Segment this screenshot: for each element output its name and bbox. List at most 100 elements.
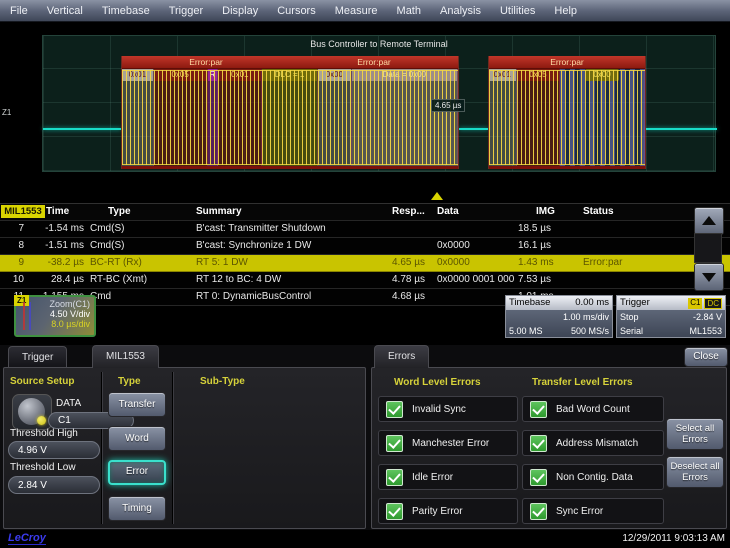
checkbox-label: Idle Error bbox=[412, 472, 453, 483]
mini-trace-red bbox=[23, 302, 25, 330]
cell-resp: 4.78 µs bbox=[392, 272, 436, 288]
mil1553-setup-panel: Source Setup DATA C1 Threshold High 4.96… bbox=[3, 367, 366, 529]
checkbox-label: Invalid Sync bbox=[412, 404, 466, 415]
col-header-data: Data bbox=[437, 204, 515, 220]
checkbox-parity-error[interactable]: Parity Error bbox=[378, 498, 518, 524]
scrollbar-track[interactable] bbox=[694, 233, 722, 263]
menu-item-utilities[interactable]: Utilities bbox=[500, 5, 535, 17]
scroll-down-button[interactable] bbox=[694, 263, 724, 291]
checkbox-non-contig-data[interactable]: Non Contig. Data bbox=[522, 464, 664, 490]
cell-summary: RT 12 to BC: 4 DW bbox=[196, 272, 386, 288]
cell-summary: RT 5: 1 DW bbox=[196, 255, 386, 271]
menu-item-measure[interactable]: Measure bbox=[335, 5, 378, 17]
checkbox-sync-error[interactable]: Sync Error bbox=[522, 498, 664, 524]
trigger-info-box[interactable]: Trigger C1 DC Stop -2.84 V Serial ML1553 bbox=[616, 295, 726, 338]
checkbox-checked-icon[interactable] bbox=[386, 503, 403, 520]
datetime-display: 12/29/2011 9:03:13 AM bbox=[622, 533, 725, 544]
cell-img: 18.5 µs bbox=[518, 221, 580, 237]
subtype-heading: Sub-Type bbox=[200, 376, 245, 387]
source-knob[interactable] bbox=[12, 394, 52, 430]
menu-item-math[interactable]: Math bbox=[397, 5, 421, 17]
col-header-time: Time bbox=[46, 204, 69, 220]
checkbox-manchester-error[interactable]: Manchester Error bbox=[378, 430, 518, 456]
waveform-display[interactable]: Bus Controller to Remote Terminal Error:… bbox=[42, 35, 716, 172]
cell-time: -38.2 µs bbox=[26, 255, 84, 271]
table-row[interactable]: 10 28.4 µs RT-BC (Xmt) RT 12 to BC: 4 DW… bbox=[0, 272, 730, 289]
checkbox-address-mismatch[interactable]: Address Mismatch bbox=[522, 430, 664, 456]
checkbox-checked-icon[interactable] bbox=[530, 469, 547, 486]
checkbox-checked-icon[interactable] bbox=[530, 401, 547, 418]
menu-bar: File Vertical Timebase Trigger Display C… bbox=[0, 0, 730, 22]
cell-time: -1.54 ms bbox=[26, 221, 84, 237]
cell-data: 0x0000 bbox=[437, 255, 515, 271]
table-header: MIL1553 Time Type Summary Resp... Data I… bbox=[0, 203, 730, 221]
checkbox-label: Sync Error bbox=[556, 506, 603, 517]
menu-item-vertical[interactable]: Vertical bbox=[47, 5, 83, 17]
cell-summary: RT 0: DynamicBusControl bbox=[196, 289, 386, 305]
divider bbox=[101, 372, 102, 524]
menu-item-cursors[interactable]: Cursors bbox=[277, 5, 316, 17]
type-word-button[interactable]: Word bbox=[108, 426, 166, 451]
menu-item-trigger[interactable]: Trigger bbox=[169, 5, 203, 17]
type-error-button[interactable]: Error bbox=[108, 460, 166, 485]
timebase-offset: 0.00 ms bbox=[575, 296, 609, 310]
select-all-errors-button[interactable]: Select all Errors bbox=[666, 418, 724, 450]
checkbox-label: Address Mismatch bbox=[556, 438, 638, 449]
threshold-low-field[interactable]: 2.84 V bbox=[8, 476, 100, 494]
trigger-title: Trigger bbox=[620, 296, 650, 310]
trigger-level: -2.84 V bbox=[693, 310, 722, 324]
table-row-selected[interactable]: 9 -38.2 µs BC-RT (Rx) RT 5: 1 DW 4.65 µs… bbox=[0, 255, 730, 272]
close-button[interactable]: Close bbox=[684, 347, 728, 367]
table-row[interactable]: 7 -1.54 ms Cmd(S) B'cast: Transmitter Sh… bbox=[0, 221, 730, 238]
status-bar: LeCroy 12/29/2011 9:03:13 AM bbox=[0, 530, 730, 548]
timebase-title: Timebase bbox=[509, 296, 550, 310]
cell-img: 1.43 ms bbox=[518, 255, 580, 271]
cell-num: 8 bbox=[0, 238, 24, 254]
threshold-high-field[interactable]: 4.96 V bbox=[8, 441, 100, 459]
menu-item-analysis[interactable]: Analysis bbox=[440, 5, 481, 17]
decode-table: MIL1553 Time Type Summary Resp... Data I… bbox=[0, 203, 730, 306]
col-header-img: IMG bbox=[536, 204, 555, 220]
cell-resp: 4.68 µs bbox=[392, 289, 436, 305]
menu-item-display[interactable]: Display bbox=[222, 5, 258, 17]
protocol-tag[interactable]: MIL1553 bbox=[1, 205, 45, 218]
checkbox-checked-icon[interactable] bbox=[386, 435, 403, 452]
cell-status bbox=[583, 272, 691, 288]
deselect-all-errors-button[interactable]: Deselect all Errors bbox=[666, 456, 724, 488]
source-setup-heading: Source Setup bbox=[10, 376, 74, 387]
checkbox-checked-icon[interactable] bbox=[386, 469, 403, 486]
cell-num: 10 bbox=[0, 272, 24, 288]
burst-underline bbox=[122, 166, 458, 169]
checkbox-checked-icon[interactable] bbox=[530, 435, 547, 452]
checkbox-checked-icon[interactable] bbox=[386, 401, 403, 418]
menu-item-file[interactable]: File bbox=[10, 5, 28, 17]
trigger-source-badge: C1 bbox=[688, 298, 702, 309]
cell-type: Cmd(S) bbox=[90, 221, 190, 237]
trigger-position-marker bbox=[431, 192, 443, 200]
cell-resp bbox=[392, 221, 436, 237]
trigger-type-value: ML1553 bbox=[689, 324, 722, 338]
table-row[interactable]: 8 -1.51 ms Cmd(S) B'cast: Synchronize 1 … bbox=[0, 238, 730, 255]
threshold-low-label: Threshold Low bbox=[10, 462, 76, 473]
type-transfer-button[interactable]: Transfer bbox=[108, 392, 166, 417]
error-banner-label: Error:par bbox=[189, 57, 223, 67]
scroll-up-button[interactable] bbox=[694, 207, 724, 235]
timebase-info-box[interactable]: Timebase 0.00 ms 1.00 ms/div 5.00 MS 500… bbox=[505, 295, 613, 338]
type-timing-button[interactable]: Timing bbox=[108, 496, 166, 521]
tab-mil1553[interactable]: MIL1553 bbox=[92, 345, 159, 368]
checkbox-idle-error[interactable]: Idle Error bbox=[378, 464, 518, 490]
tab-errors[interactable]: Errors bbox=[374, 345, 429, 368]
checkbox-bad-word-count[interactable]: Bad Word Count bbox=[522, 396, 664, 422]
cell-time: -1.51 ms bbox=[26, 238, 84, 254]
checkbox-invalid-sync[interactable]: Invalid Sync bbox=[378, 396, 518, 422]
menu-item-help[interactable]: Help bbox=[554, 5, 577, 17]
z1-trace-descriptor[interactable]: Z1 Zoom(C1) 4.50 V/div 8.0 µs/div bbox=[14, 295, 96, 337]
cell-status: Error:par bbox=[583, 255, 691, 271]
menu-item-timebase[interactable]: Timebase bbox=[102, 5, 150, 17]
tab-trigger[interactable]: Trigger bbox=[8, 346, 67, 369]
threshold-high-label: Threshold High bbox=[10, 428, 78, 439]
cell-num: 9 bbox=[0, 255, 24, 271]
cell-type: Cmd(S) bbox=[90, 238, 190, 254]
col-header-resp: Resp... bbox=[392, 204, 436, 220]
checkbox-checked-icon[interactable] bbox=[530, 503, 547, 520]
